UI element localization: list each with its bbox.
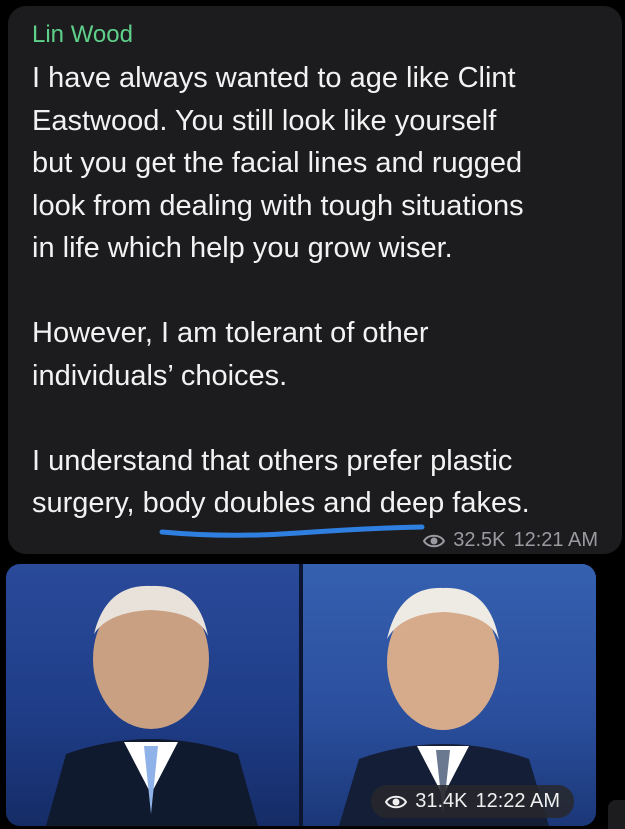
message-meta: 32.5K 12:21 AM [423,529,598,552]
next-message-edge [608,800,625,829]
photo-divider [299,564,303,826]
photo-meta: 31.4K 12:22 AM [371,785,574,818]
text-message-bubble[interactable]: Lin Wood I have always wanted to age lik… [8,6,622,554]
photo-time: 12:22 AM [475,790,560,812]
photo-message[interactable]: 31.4K 12:22 AM [6,564,596,826]
eye-icon [423,534,446,547]
view-count: 32.5K [453,529,506,551]
eye-icon [385,795,408,808]
message-time: 12:21 AM [513,529,598,551]
message-text: I have always wanted to age like Clint E… [32,62,530,519]
sender-name[interactable]: Lin Wood [32,21,133,49]
photo-view-count: 31.4K [415,790,468,812]
photo-left [6,564,301,826]
person-photo-left [46,585,258,826]
underline-annotation [159,524,425,538]
